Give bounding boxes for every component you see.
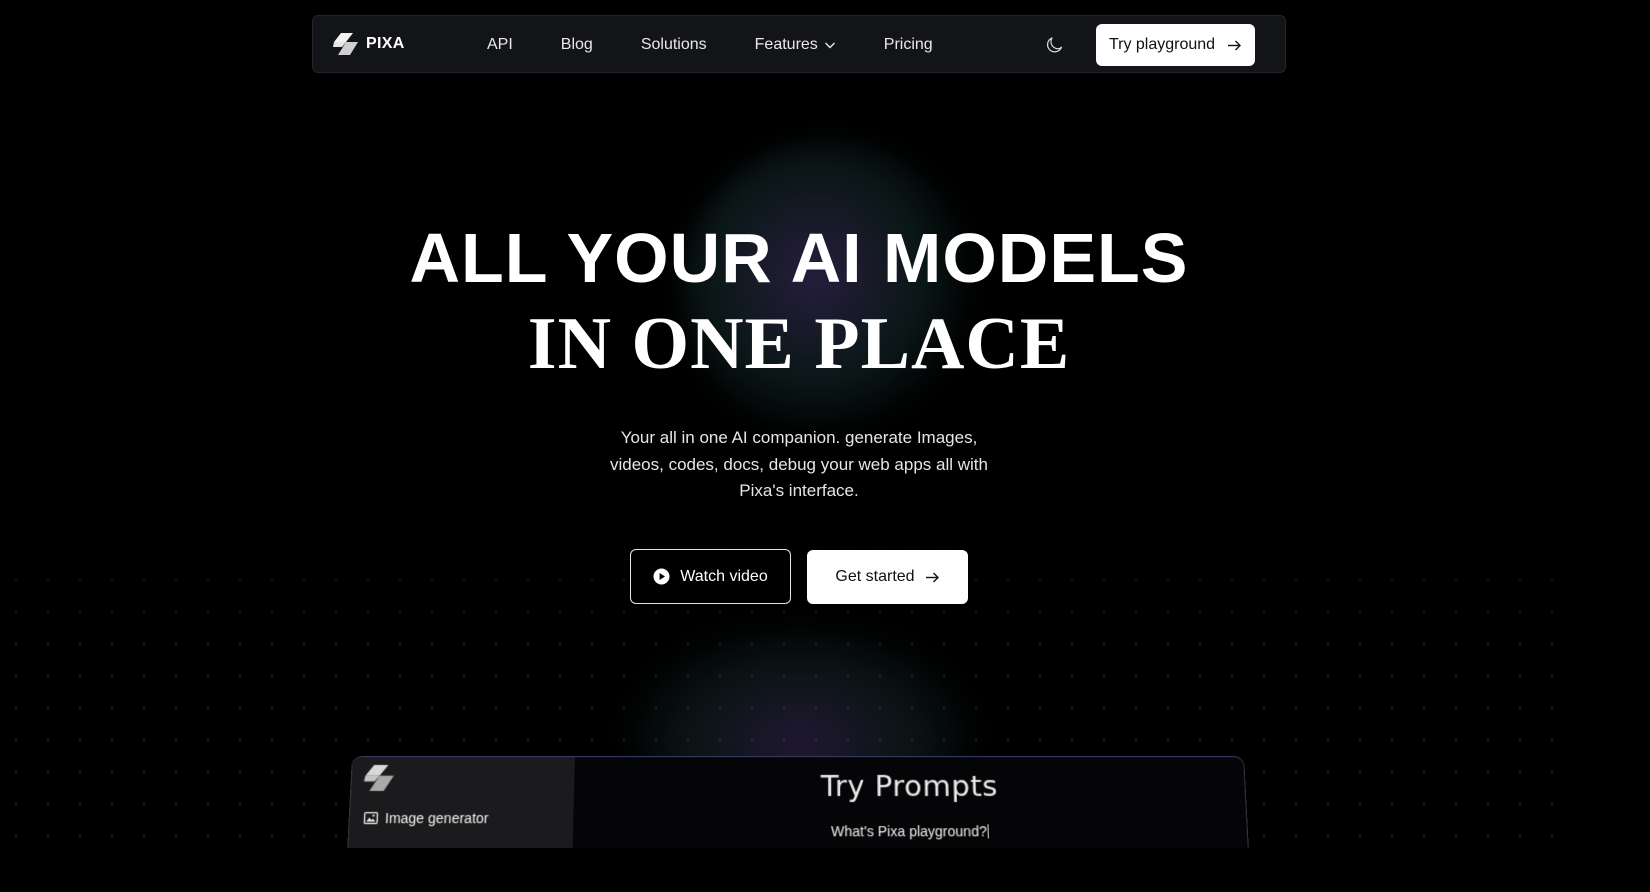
nav-link-label: Features: [754, 36, 818, 53]
hero-subtitle: Your all in one AI companion. generate I…: [609, 428, 988, 500]
nav-link-label: Solutions: [640, 36, 707, 53]
nav-link-api[interactable]: API: [487, 36, 513, 54]
image-icon: [364, 812, 379, 824]
watch-video-button[interactable]: Watch video: [630, 549, 791, 604]
brand[interactable]: PIXA: [333, 33, 405, 55]
playground-preview: Image generator Try Prompts What's Pixa …: [345, 756, 1251, 848]
nav-link-features[interactable]: Features: [755, 36, 836, 54]
nav-link-blog[interactable]: Blog: [561, 36, 593, 54]
nav-link-solutions[interactable]: Solutions: [641, 36, 707, 54]
nav-links: API Blog Solutions Features Pricing: [487, 16, 981, 74]
try-playground-label: Try playground: [1108, 36, 1216, 53]
play-icon: [653, 568, 670, 585]
top-navbar: PIXA API Blog Solutions Features Pricing…: [312, 15, 1286, 73]
watch-video-label: Watch video: [680, 567, 768, 585]
chevron-down-icon: [824, 42, 835, 49]
prompt-text: What's Pixa playground?: [831, 823, 988, 840]
prompt-input[interactable]: What's Pixa playground?: [573, 823, 1248, 839]
sidebar-item-image-generator[interactable]: Image generator: [363, 810, 489, 827]
playground-title: Try Prompts: [820, 768, 999, 803]
nav-link-label: Pricing: [883, 36, 933, 53]
nav-link-label: Blog: [560, 36, 593, 53]
playground-sidebar: Image generator: [346, 756, 575, 848]
moon-icon[interactable]: [1045, 35, 1065, 55]
arrow-right-icon: [1228, 40, 1242, 50]
brand-name: PIXA: [366, 35, 405, 52]
sidebar-item-label: Image generator: [384, 810, 489, 827]
try-playground-button[interactable]: Try playground: [1096, 24, 1255, 66]
text-caret: [987, 824, 990, 839]
hero-title-line2: IN ONE PLACE: [527, 303, 1071, 385]
pixa-logo-icon: [363, 764, 394, 791]
nav-link-label: API: [487, 36, 513, 53]
page: PIXA API Blog Solutions Features Pricing…: [0, 0, 1568, 848]
get-started-label: Get started: [835, 568, 915, 585]
arrow-right-icon: [925, 572, 939, 582]
pixa-logo-icon: [333, 33, 358, 55]
nav-link-pricing[interactable]: Pricing: [884, 36, 933, 54]
get-started-button[interactable]: Get started: [807, 550, 968, 604]
hero-title-line1: ALL YOUR AI MODELS: [409, 219, 1189, 297]
